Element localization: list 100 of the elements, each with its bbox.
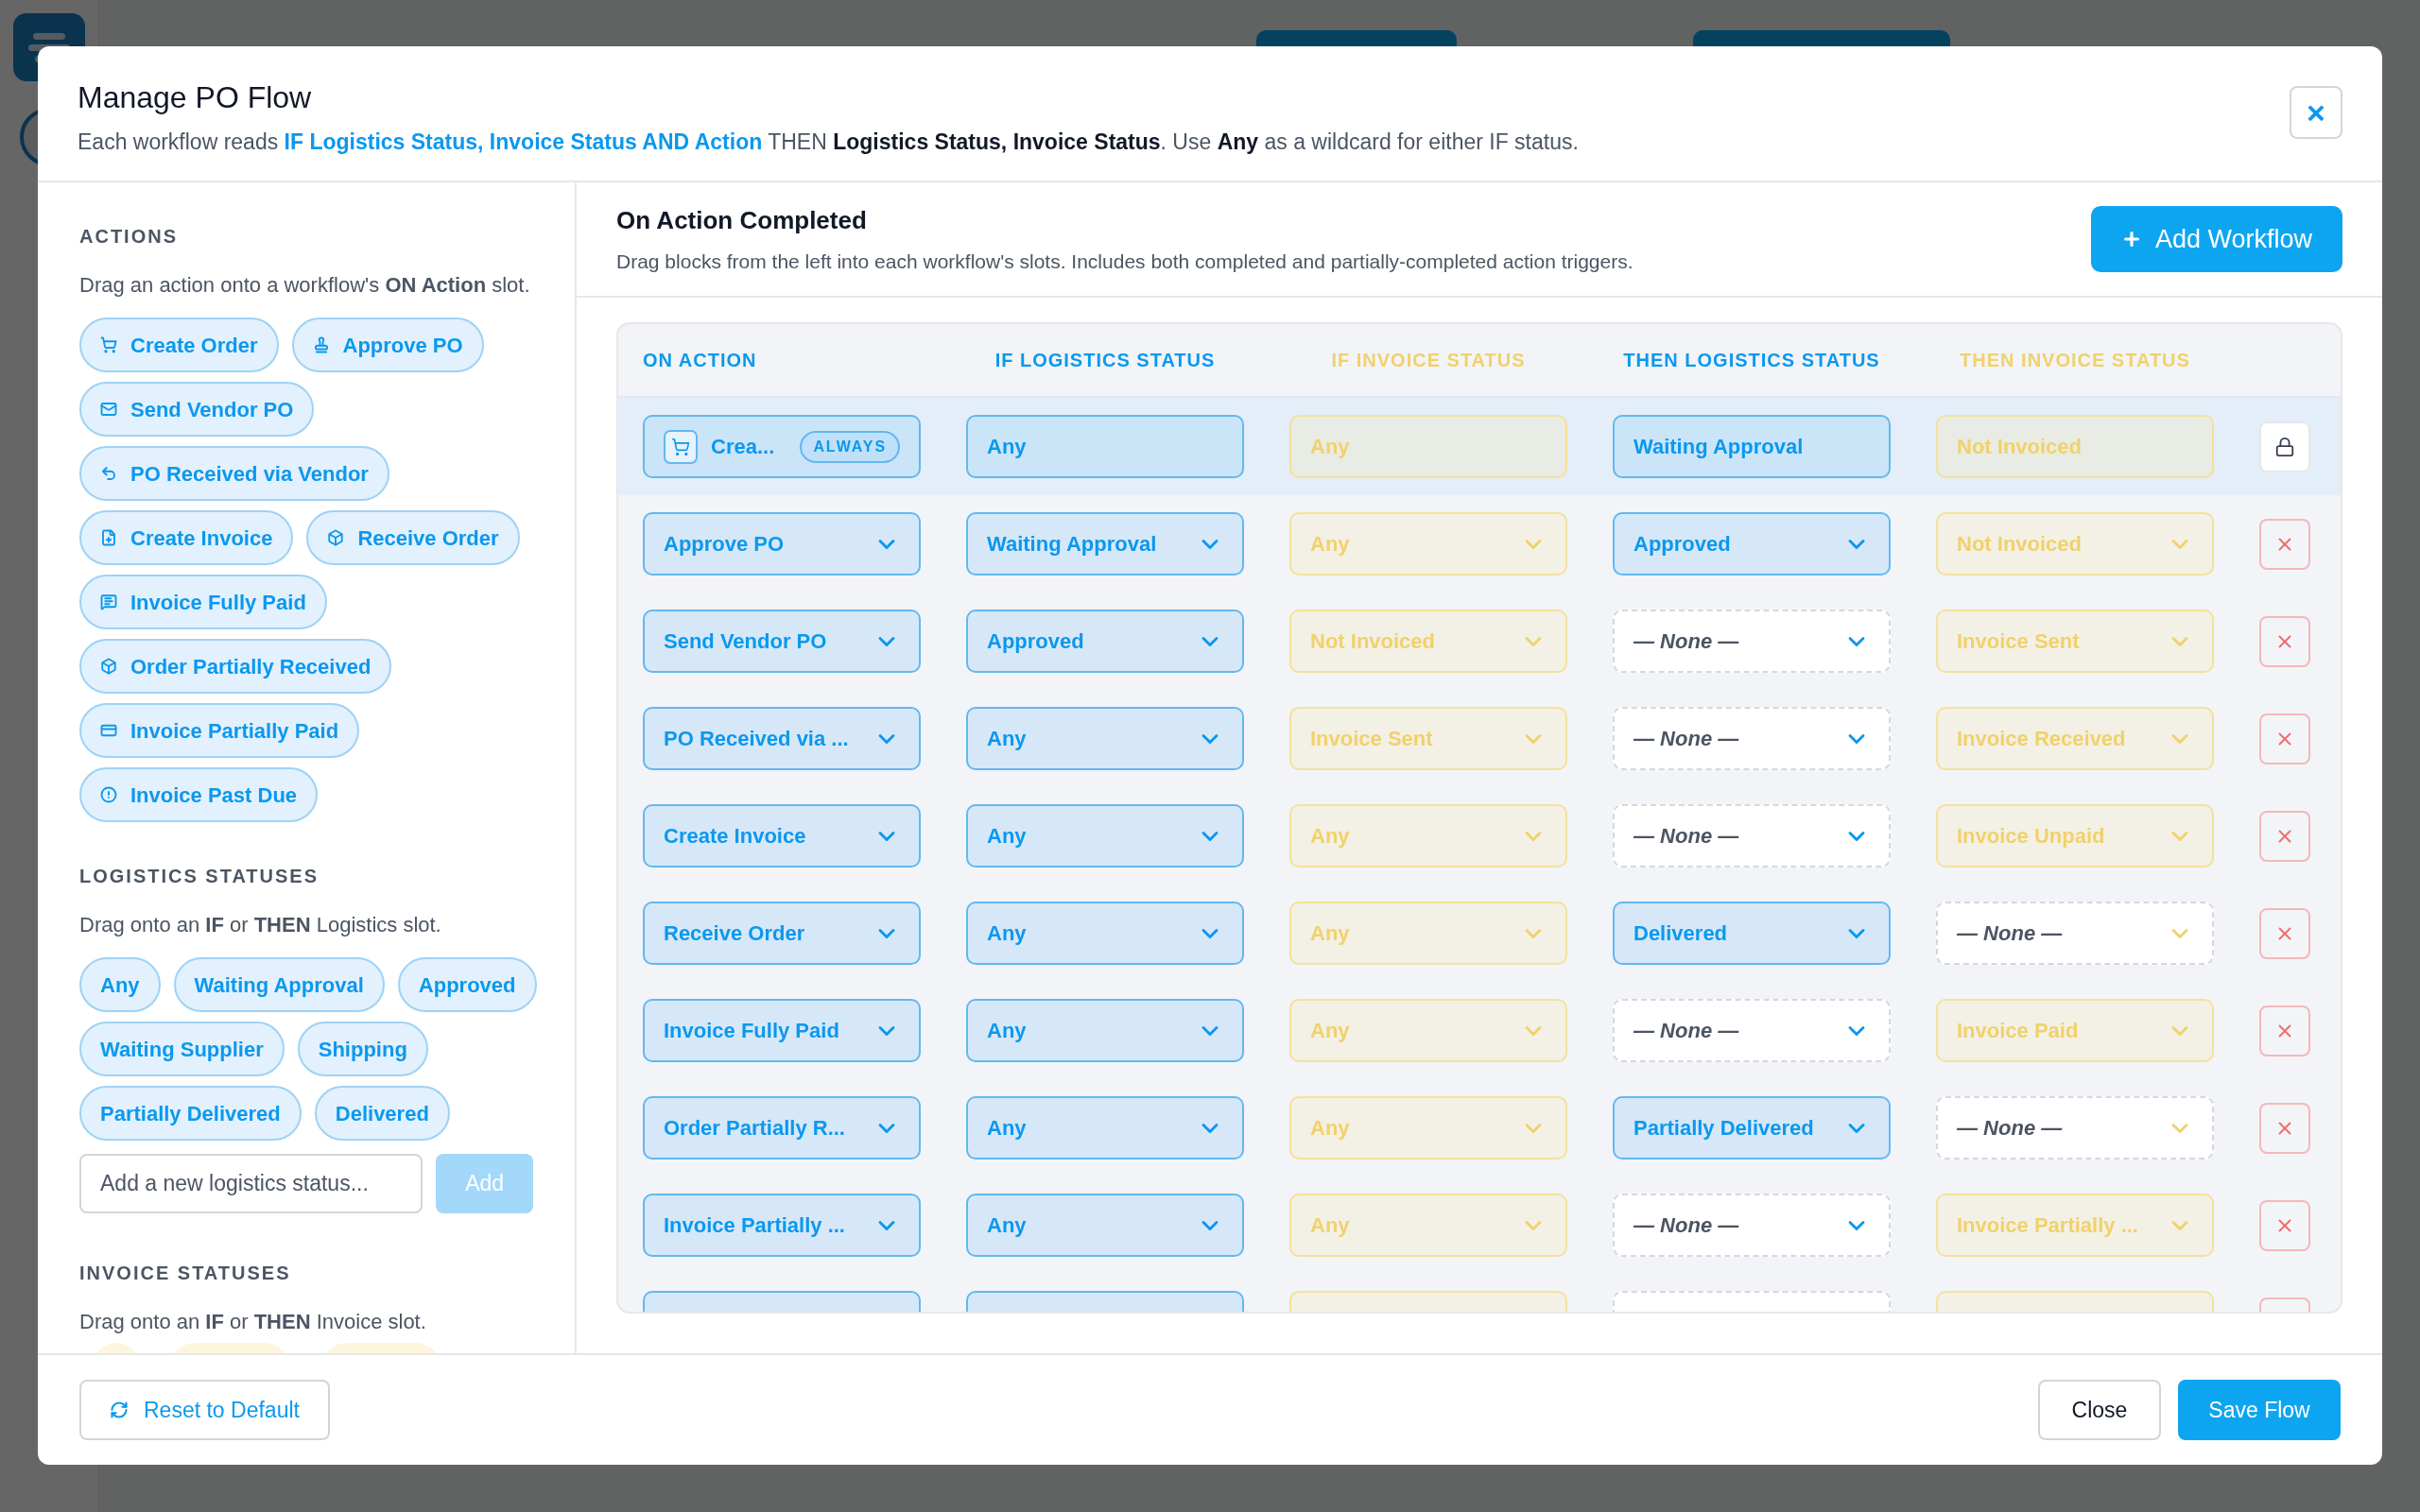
reset-button[interactable]: Reset to Default (79, 1380, 330, 1440)
status-select[interactable]: Any (1289, 999, 1567, 1062)
add-workflow-button[interactable]: Add Workflow (2090, 206, 2342, 272)
status-select[interactable]: Any (966, 999, 1244, 1062)
status-select[interactable]: Invoice Fully Paid (643, 999, 921, 1062)
select-value: Any (987, 1212, 1027, 1239)
status-select[interactable]: Approved (1613, 512, 1891, 576)
column-header: THEN LOGISTICS STATUS (1622, 349, 1881, 372)
select-placeholder: — None — (1957, 920, 2063, 947)
select-placeholder: — None — (1634, 1212, 1739, 1239)
status-select[interactable]: Crea... ALWAYS (643, 415, 921, 478)
status-select[interactable]: Waiting Approval (966, 512, 1244, 576)
status-select[interactable]: Receive Order (643, 902, 921, 965)
draggable-chip[interactable]: Send Vendor PO (79, 382, 315, 437)
status-select[interactable]: Any (966, 1096, 1244, 1160)
select-value: Partially Delivered (1634, 1115, 1814, 1142)
draggable-chip[interactable]: Create Order (79, 318, 279, 372)
select-value: Any (1310, 920, 1350, 947)
status-select[interactable]: Not Invoiced (1936, 512, 2214, 576)
draggable-chip[interactable]: Invoice Fully Paid (79, 575, 327, 629)
status-select[interactable]: Not Invoiced (1289, 610, 1567, 673)
status-select[interactable]: Order Partially R... (643, 1096, 921, 1160)
draggable-chip[interactable]: Invoice Partially Paid (79, 703, 360, 758)
column-header: IF LOGISTICS STATUS (994, 349, 1217, 372)
column-header: ON ACTION (643, 349, 758, 372)
select-value: Delivered (1634, 920, 1728, 947)
select-value: Any (987, 920, 1027, 947)
draggable-chip[interactable]: Any (79, 957, 161, 1012)
panel-subtitle: Drag blocks from the left into each workflow's slots. Includes both completed and partially-completed action triggers. (616, 249, 1634, 274)
close-button[interactable]: × (2290, 86, 2342, 139)
status-select[interactable]: — None — (1613, 707, 1891, 770)
select-value: Invoice Partially ... (1957, 1212, 2138, 1239)
status-select[interactable]: Delivered (1613, 902, 1891, 965)
draggable-chip[interactable]: PO Received via Vendor (79, 446, 389, 501)
status-select[interactable]: Any (966, 415, 1244, 478)
select-placeholder: — None — (1634, 823, 1739, 850)
status-select[interactable]: Approve PO (643, 512, 921, 576)
section-hint: Drag an action onto a workflow's ON Action slot. (79, 272, 531, 299)
draggable-chip[interactable]: Waiting Supplier (79, 1022, 285, 1076)
status-select[interactable]: Partially Delivered (1613, 1096, 1891, 1160)
status-select[interactable]: — None — (1936, 1096, 2214, 1160)
status-select[interactable]: Any (1289, 902, 1567, 965)
status-select[interactable]: — None — (1613, 804, 1891, 868)
select-value: Invoice Fully Paid (664, 1018, 839, 1044)
status-select[interactable]: Invoice Partially ... (643, 1194, 921, 1257)
status-select[interactable]: Any (1289, 1194, 1567, 1257)
status-select[interactable]: Any (966, 707, 1244, 770)
select-value: Crea... (711, 434, 775, 460)
select-value: Not Invoiced (1310, 628, 1435, 655)
status-select[interactable]: Waiting Approval (1613, 415, 1891, 478)
draggable-chip[interactable]: Waiting Approval (173, 957, 385, 1012)
draggable-chip[interactable]: Approved (397, 957, 537, 1012)
status-select[interactable]: Any (966, 902, 1244, 965)
status-select[interactable]: PO Received via ... (643, 707, 921, 770)
status-select[interactable]: Any (1289, 415, 1567, 478)
draggable-chip[interactable]: Shipping (297, 1022, 428, 1076)
status-select[interactable]: Invoice Received (1936, 707, 2214, 770)
status-select[interactable]: Any (1289, 512, 1567, 576)
select-value: Any (1310, 531, 1350, 558)
draggable-chip[interactable]: Partially Delivered (79, 1086, 302, 1141)
status-select[interactable]: Invoice Sent (1936, 610, 2214, 673)
draggable-chip[interactable]: Delivered (314, 1086, 450, 1141)
select-placeholder: — None — (1634, 628, 1739, 655)
status-select[interactable]: — None — (1613, 610, 1891, 673)
select-placeholder: — None — (1957, 1115, 2063, 1142)
always-badge: ALWAYS (800, 430, 900, 463)
status-select[interactable]: Invoice Paid (1936, 999, 2214, 1062)
close-button[interactable]: Close (2038, 1380, 2161, 1440)
status-select[interactable]: Any (1289, 1096, 1567, 1160)
status-select[interactable]: Any (1289, 804, 1567, 868)
status-select[interactable]: Approved (966, 610, 1244, 673)
status-select[interactable]: Any (966, 804, 1244, 868)
draggable-chip[interactable]: Invoice Past Due (79, 767, 319, 822)
section-hint: Drag onto an IF or THEN Invoice slot. (79, 1309, 427, 1335)
draggable-chip[interactable]: Approve PO (291, 318, 484, 372)
draggable-chip[interactable]: Order Partially Received (79, 639, 392, 694)
select-value: Not Invoiced (1957, 434, 2082, 460)
select-value: Any (1310, 1212, 1350, 1239)
status-select[interactable]: Invoice Sent (1289, 707, 1567, 770)
select-value: Any (1310, 823, 1350, 850)
section-hint: Drag onto an IF or THEN Logistics slot. (79, 912, 442, 938)
select-value: PO Received via ... (664, 726, 849, 752)
select-value: Not Invoiced (1957, 531, 2082, 558)
modal-title: Manage PO Flow (78, 79, 313, 116)
draggable-chip[interactable]: Receive Order (306, 510, 520, 565)
status-select[interactable]: — None — (1613, 999, 1891, 1062)
save-button[interactable]: Save Flow (2178, 1380, 2341, 1440)
select-value: Order Partially R... (664, 1115, 845, 1142)
status-select[interactable]: Not Invoiced (1936, 415, 2214, 478)
status-select[interactable]: Send Vendor PO (643, 610, 921, 673)
new-status-field[interactable]: Add a new logistics status... (79, 1154, 424, 1213)
select-value: Any (987, 823, 1027, 850)
status-select[interactable]: Any (966, 1194, 1244, 1257)
status-select[interactable]: Invoice Partially ... (1936, 1194, 2214, 1257)
status-select[interactable]: — None — (1613, 1194, 1891, 1257)
status-select[interactable]: Invoice Unpaid (1936, 804, 2214, 868)
status-select[interactable]: — None — (1936, 902, 2214, 965)
status-select[interactable]: Create Invoice (643, 804, 921, 868)
panel-title: On Action Completed (616, 204, 868, 236)
draggable-chip[interactable]: Create Invoice (79, 510, 294, 565)
